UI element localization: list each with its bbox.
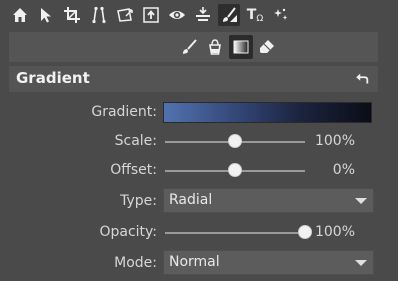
export-icon[interactable]: [140, 4, 162, 26]
scale-slider-thumb[interactable]: [228, 134, 242, 148]
panel-title: Gradient: [16, 69, 90, 87]
eye-icon[interactable]: [166, 4, 188, 26]
scale-value: 100%: [314, 133, 355, 149]
offset-value: 0%: [332, 162, 355, 178]
reset-button[interactable]: [352, 69, 372, 89]
main-toolbar: TΩ: [0, 0, 398, 32]
crop-icon[interactable]: [61, 4, 83, 26]
eraser-icon[interactable]: [255, 35, 279, 59]
scale-label: Scale:: [114, 133, 157, 149]
brush-mask-icon[interactable]: [218, 4, 240, 26]
gradient-swatch[interactable]: [163, 102, 372, 123]
opacity-value: 100%: [314, 224, 355, 240]
gradient-tool-icon[interactable]: [229, 35, 253, 59]
offset-slider-thumb[interactable]: [228, 163, 242, 177]
bucket-icon[interactable]: [203, 35, 227, 59]
type-label: Type:: [120, 193, 157, 209]
mode-label: Mode:: [114, 255, 157, 271]
type-select[interactable]: Radial: [163, 188, 374, 213]
cursor-icon[interactable]: [35, 4, 57, 26]
mask-tools-bar: [9, 32, 378, 62]
opacity-label: Opacity:: [99, 224, 157, 240]
effects-icon[interactable]: [270, 4, 292, 26]
opacity-slider-thumb[interactable]: [298, 225, 312, 239]
gradient-label: Gradient:: [91, 104, 157, 120]
panel-header: Gradient: [9, 66, 378, 92]
transform-icon[interactable]: [114, 4, 136, 26]
text-tool-sub: Ω: [256, 14, 264, 24]
perspective-icon[interactable]: [88, 4, 110, 26]
type-select-value: Radial: [169, 192, 213, 208]
opacity-slider-track[interactable]: [165, 232, 305, 234]
level-icon[interactable]: [192, 4, 214, 26]
mode-select-value: Normal: [169, 254, 220, 270]
chevron-down-icon: [355, 198, 367, 204]
chevron-down-icon: [355, 260, 367, 266]
text-tool-label: T: [246, 7, 257, 23]
text-icon[interactable]: TΩ: [244, 4, 266, 26]
mode-select[interactable]: Normal: [163, 250, 374, 275]
undo-icon: [356, 73, 369, 84]
offset-label: Offset:: [110, 162, 157, 178]
home-icon[interactable]: [9, 4, 31, 26]
brush-icon[interactable]: [177, 35, 201, 59]
